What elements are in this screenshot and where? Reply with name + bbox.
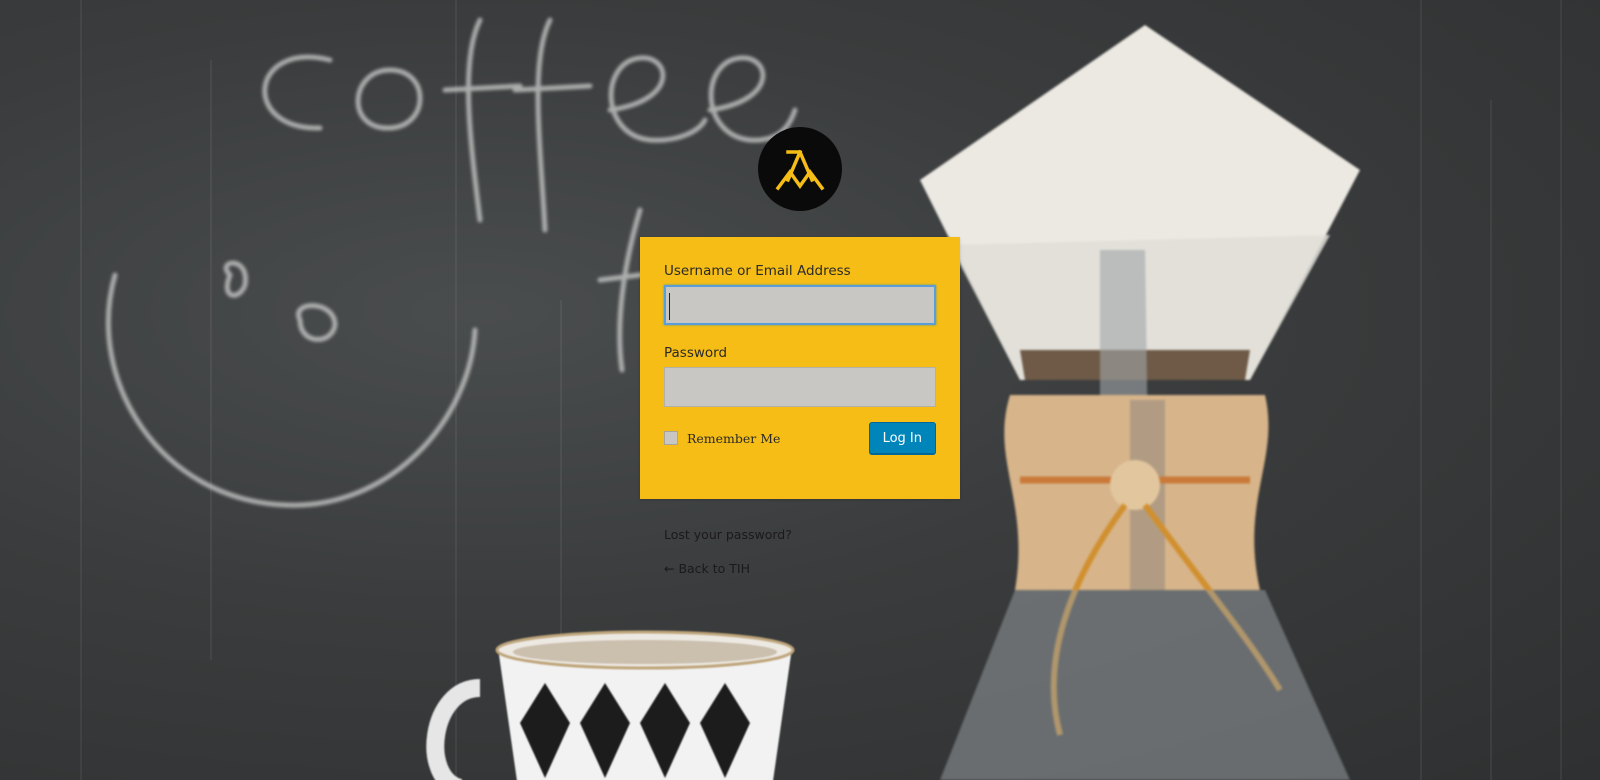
form-actions: Remember Me Log In [664, 422, 936, 454]
password-input[interactable] [664, 367, 936, 407]
remember-me-label[interactable]: Remember Me [687, 431, 780, 446]
coffee-mug [426, 630, 795, 780]
site-logo[interactable] [758, 127, 842, 211]
text-caret [669, 293, 670, 320]
lost-password-link[interactable]: Lost your password? [664, 527, 792, 542]
login-form: Username or Email Address Password Remem… [640, 237, 960, 499]
log-in-button[interactable]: Log In [868, 422, 936, 454]
username-input[interactable] [664, 285, 936, 325]
chemex-coffee-maker [920, 25, 1360, 780]
password-label: Password [664, 345, 728, 361]
am-monogram-icon [775, 149, 825, 191]
remember-me[interactable]: Remember Me [664, 431, 780, 446]
remember-me-checkbox[interactable] [664, 431, 678, 445]
back-to-site-link[interactable]: ← Back to TIH [664, 561, 750, 576]
username-label: Username or Email Address [664, 263, 851, 279]
